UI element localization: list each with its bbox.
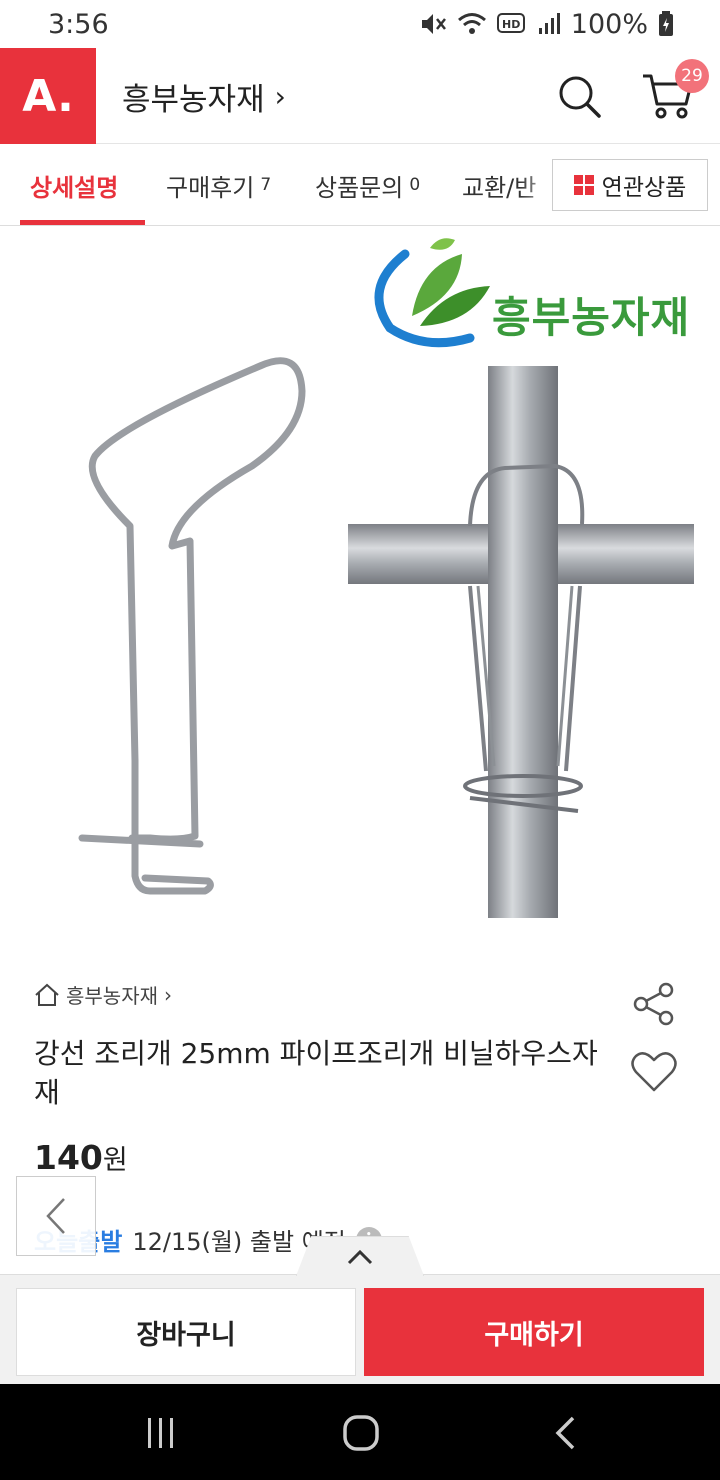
system-nav-bar xyxy=(0,1384,720,1480)
status-bar: 3:56 HD 100% xyxy=(0,0,720,48)
brand-text: 흥부농자재 xyxy=(492,293,691,342)
chevron-right-icon: › xyxy=(164,982,172,1007)
back-nav-button[interactable] xyxy=(540,1408,590,1458)
status-icons: HD 100% xyxy=(419,9,674,40)
search-icon[interactable] xyxy=(555,72,603,120)
expand-options-button[interactable] xyxy=(296,1236,424,1276)
back-button[interactable] xyxy=(16,1176,96,1256)
buy-now-button[interactable]: 구매하기 xyxy=(364,1288,704,1376)
tab-description[interactable]: 상세설명 xyxy=(30,145,118,225)
price-value: 140 xyxy=(34,1138,103,1177)
signal-icon xyxy=(538,13,560,34)
tab-inquiries[interactable]: 상품문의 0 xyxy=(315,145,420,225)
home-nav-icon xyxy=(343,1415,379,1451)
svg-text:HD: HD xyxy=(502,18,520,31)
breadcrumb[interactable]: 흥부농자재 › xyxy=(34,980,172,1009)
share-icon[interactable] xyxy=(632,982,676,1026)
product-price: 140원 xyxy=(34,1138,128,1177)
hd-icon: HD xyxy=(496,13,525,33)
breadcrumb-store: 흥부농자재 xyxy=(66,984,158,1008)
tab-count: 0 xyxy=(409,175,421,195)
tab-label: 상품문의 xyxy=(315,173,404,202)
logo-text: A. xyxy=(22,70,74,122)
recent-apps-button[interactable] xyxy=(136,1408,186,1458)
active-tab-indicator xyxy=(20,220,145,225)
product-image[interactable]: 흥부농자재 xyxy=(0,226,720,946)
add-to-cart-button[interactable]: 장바구니 xyxy=(16,1288,356,1376)
chevron-left-icon xyxy=(46,1198,65,1234)
heart-icon[interactable] xyxy=(630,1050,678,1094)
related-products-button[interactable]: 연관상품 xyxy=(552,159,708,211)
tab-label: 상세설명 xyxy=(30,173,119,202)
wifi-icon xyxy=(457,13,486,34)
store-name-link[interactable]: 흥부농자재 › xyxy=(122,48,286,144)
detail-tabs: 상세설명 구매후기 7 상품문의 0 교환/반 연관상품 xyxy=(0,145,720,226)
related-products-label: 연관상품 xyxy=(601,175,687,201)
app-header: A. 흥부농자재 › 29 xyxy=(0,48,720,144)
price-unit: 원 xyxy=(102,1145,128,1176)
home-nav-button[interactable] xyxy=(336,1408,386,1458)
grid-icon xyxy=(573,175,594,195)
store-name: 흥부농자재 xyxy=(122,81,265,118)
app-logo[interactable]: A. xyxy=(0,48,96,144)
home-icon xyxy=(35,983,59,1006)
tab-label: 구매후기 xyxy=(166,173,255,202)
recent-apps-icon xyxy=(148,1418,173,1448)
chevron-right-icon: › xyxy=(274,79,286,113)
tab-count: 7 xyxy=(260,175,272,195)
battery-percent: 100% xyxy=(570,8,648,40)
status-time: 3:56 xyxy=(48,8,109,40)
tab-reviews[interactable]: 구매후기 7 xyxy=(166,145,271,225)
cart-count-badge: 29 xyxy=(675,59,709,93)
back-nav-icon xyxy=(555,1416,575,1450)
product-title: 강선 조리개 25mm 파이프조리개 비닐하우스자재 xyxy=(34,1037,598,1109)
mute-icon xyxy=(421,14,446,34)
chevron-up-icon xyxy=(347,1249,373,1264)
battery-icon xyxy=(659,11,673,36)
